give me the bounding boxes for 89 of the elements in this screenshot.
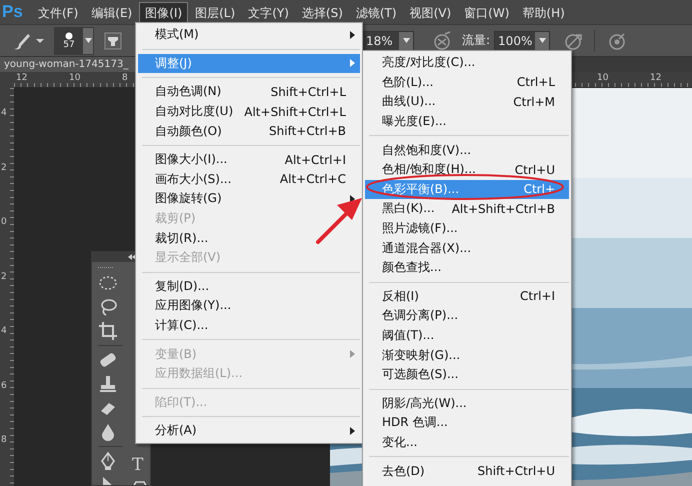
menu-item[interactable]: 渐变映射(G)... <box>365 345 569 365</box>
ruler-label: 4 <box>1 108 7 118</box>
menu-item[interactable]: 计算(C)... <box>138 316 360 336</box>
menu-item[interactable]: 阈值(T)... <box>365 326 569 346</box>
menu-item[interactable]: 自动对比度(U) Alt+Shift+Ctrl+L <box>138 102 360 122</box>
menu-item[interactable]: 图像(I) <box>139 2 188 22</box>
submenu-arrow-icon <box>350 350 354 358</box>
menu-item[interactable]: 自动色调(N) Shift+Ctrl+L <box>138 82 360 102</box>
airbrush-icon[interactable] <box>432 30 452 50</box>
submenu-arrow-icon <box>350 59 354 68</box>
menu-item[interactable]: 去色(D) Shift+Ctrl+U <box>365 461 569 481</box>
menu-item[interactable]: 分析(A) <box>138 421 360 441</box>
menu-item[interactable]: 裁切(R)... <box>138 228 360 248</box>
menu-item[interactable]: 可选颜色(S)... <box>365 364 569 384</box>
ruler-label: 12 <box>16 73 28 83</box>
submenu-arrow-icon <box>350 426 354 435</box>
menu-item[interactable]: 图像大小(I)... Alt+Ctrl+I <box>138 150 360 170</box>
menu-item[interactable]: 色调分离(P)... <box>365 306 569 326</box>
brush-dot-icon <box>65 32 73 40</box>
menu-item[interactable]: 文件(F) <box>32 2 84 22</box>
menu-item[interactable]: 帮助(H) <box>516 2 571 22</box>
shortcut-label: Ctrl+M <box>512 94 555 109</box>
menu-item[interactable]: 编辑(E) <box>85 2 138 22</box>
shortcut-label: Alt+Shift+Ctrl+B <box>450 202 555 216</box>
menu-item[interactable]: 窗口(W) <box>458 2 516 22</box>
ruler-label: 2 <box>1 162 7 172</box>
ruler-label: 12 <box>650 73 662 83</box>
brush-preset-picker[interactable]: 57 <box>54 26 94 54</box>
menu-item[interactable]: 亮度/对比度(C)... <box>365 53 569 73</box>
submenu-arrow-icon <box>350 30 354 39</box>
ruler-label: 2 <box>1 272 7 282</box>
ruler-label: 10 <box>597 73 608 83</box>
shortcut-label: Shift+Ctrl+U <box>476 464 555 478</box>
menu-item[interactable]: 色相/饱和度(H)... Ctrl+U <box>365 160 569 180</box>
shortcut-label: Alt+Ctrl+C <box>278 172 346 186</box>
menu-item[interactable]: 模式(M) <box>138 25 360 45</box>
dropdown-arrow-icon <box>402 38 410 43</box>
menu-item[interactable]: 画布大小(S)... Alt+Ctrl+C <box>138 170 360 190</box>
menu-item[interactable]: 复制(D)... <box>138 276 360 296</box>
dropdown-arrow-icon <box>84 38 92 43</box>
menu-item[interactable]: 变化... <box>365 432 569 452</box>
menu-item[interactable]: 滤镜(T) <box>350 2 403 22</box>
shortcut-label: Alt+Ctrl+I <box>284 152 346 167</box>
type-tool[interactable]: T <box>132 456 144 474</box>
shortcut-label: Ctrl+I <box>519 289 555 304</box>
shortcut-label: Shift+Ctrl+L <box>270 84 346 99</box>
menu-item[interactable]: 色阶(L)... Ctrl+L <box>365 72 569 92</box>
document-tab[interactable]: young-woman-1745173_ <box>0 57 136 72</box>
menu-item[interactable]: 应用图像(Y)... <box>138 296 360 316</box>
menu-item[interactable]: 视图(V) <box>404 2 458 22</box>
menu-item[interactable]: 通道混合器(X)... <box>365 238 569 258</box>
crop-icon[interactable] <box>98 321 118 341</box>
menu-item[interactable]: 自然饱和度(V)... <box>365 140 569 160</box>
pen-icon[interactable] <box>98 451 118 471</box>
menu-item[interactable]: 曝光度(E)... <box>365 112 569 132</box>
shortcut-label: Ctrl+U <box>514 162 555 177</box>
stamp-icon[interactable] <box>98 374 118 394</box>
menu-item[interactable]: 颜色查找... <box>365 258 569 278</box>
annotation-arrow <box>316 198 362 244</box>
ruler-label: 10 <box>69 73 80 83</box>
pressure-size-icon[interactable] <box>607 30 628 50</box>
dropdown-arrow-icon <box>538 38 546 43</box>
brush-panel-icon[interactable] <box>104 32 122 50</box>
shortcut-label: Ctrl+L <box>516 75 555 90</box>
grip-icon <box>98 266 114 269</box>
shortcut-label: Alt+Shift+Ctrl+L <box>243 104 346 119</box>
menu-item[interactable]: 反相(I) Ctrl+I <box>365 286 569 306</box>
shortcut-label: Shift+Ctrl+B <box>268 124 346 138</box>
brush-size: 57 <box>63 40 75 50</box>
menu-item[interactable]: 选择(S) <box>296 2 349 22</box>
flow-label: 流量: <box>462 32 490 49</box>
ruler-label: 4 <box>1 326 7 336</box>
menu-item[interactable]: 阴影/高光(W)... <box>365 394 569 414</box>
shortcut-label: Ctrl+ <box>522 182 555 196</box>
ruler-label: 8 <box>1 435 7 445</box>
menu-item[interactable]: 曲线(U)... Ctrl+M <box>365 92 569 112</box>
dropdown-field[interactable]: 100% <box>494 30 550 50</box>
menu-item[interactable]: 文字(Y) <box>242 2 295 22</box>
caret-icon[interactable] <box>36 38 44 44</box>
ruler-label: 6 <box>1 380 7 390</box>
menu-item[interactable]: HDR 色调... <box>365 413 569 433</box>
lasso-icon[interactable] <box>98 297 118 317</box>
menu-item[interactable]: 自动颜色(O) Shift+Ctrl+B <box>138 121 360 141</box>
ruler-label: 8 <box>122 73 128 83</box>
app-logo: Ps <box>1 2 24 22</box>
menu-item[interactable]: 图层(L) <box>189 2 242 22</box>
menu-item[interactable]: 黑白(K)... Alt+Shift+Ctrl+B <box>365 199 569 219</box>
menu-item[interactable]: 照片滤镜(F)... <box>365 218 569 238</box>
ruler-label: 0 <box>1 217 7 227</box>
